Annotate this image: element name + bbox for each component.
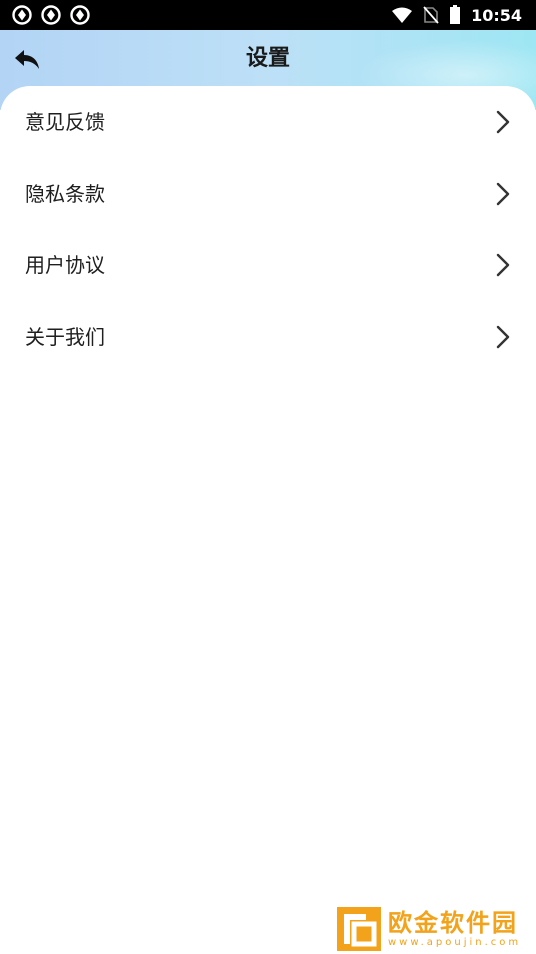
sync-icon <box>70 5 90 25</box>
wifi-icon <box>391 6 413 24</box>
status-bar: 10:54 <box>0 0 536 30</box>
settings-menu: 意见反馈 隐私条款 用户协议 关于我们 <box>0 86 536 373</box>
chevron-right-icon <box>496 110 510 134</box>
chevron-right-icon <box>496 254 510 277</box>
menu-item-user-agreement[interactable]: 用户协议 <box>0 230 536 302</box>
status-time: 10:54 <box>471 5 522 25</box>
menu-item-feedback[interactable]: 意见反馈 <box>0 86 536 158</box>
chevron-right-icon <box>496 182 510 205</box>
status-left-icons <box>12 5 90 25</box>
no-sim-icon <box>423 6 439 24</box>
menu-item-label: 意见反馈 <box>25 110 105 134</box>
watermark-text: 欧金软件园 www.apoujin.com <box>388 909 521 949</box>
battery-icon <box>449 5 461 25</box>
watermark-title: 欧金软件园 <box>388 909 518 937</box>
chevron-right-icon <box>496 325 510 348</box>
menu-item-label: 关于我们 <box>25 324 105 349</box>
menu-item-privacy[interactable]: 隐私条款 <box>0 158 536 230</box>
watermark-url: www.apoujin.com <box>388 937 522 948</box>
content-card: 意见反馈 隐私条款 用户协议 关于我们 <box>0 86 536 954</box>
watermark-logo-icon <box>337 907 381 951</box>
page-title: 设置 <box>245 46 290 71</box>
sync-icon <box>41 5 61 25</box>
menu-item-label: 用户协议 <box>25 253 105 278</box>
menu-item-about-us[interactable]: 关于我们 <box>0 301 536 373</box>
sync-icon <box>12 5 32 25</box>
watermark: 欧金软件园 www.apoujin.com <box>336 905 532 953</box>
menu-item-label: 隐私条款 <box>25 181 105 206</box>
status-right-icons: 10:54 <box>391 5 522 25</box>
screen: 10:54 设置 意见反馈 隐私条款 用户协议 关于我们 欧金软件园 www.a… <box>0 0 536 954</box>
